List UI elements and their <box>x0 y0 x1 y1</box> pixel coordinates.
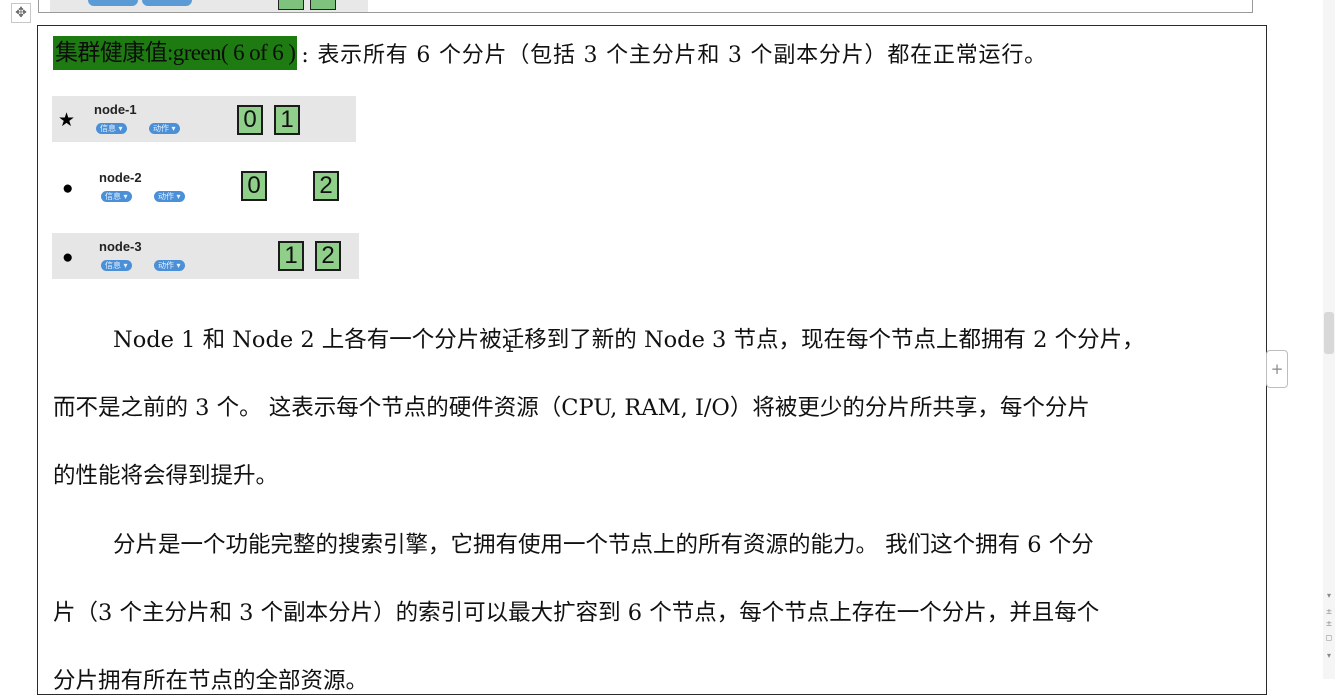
cluster-health-line: 集群健康值:green( 6 of 6 ) : 表示所有 6 个分片（包括 3 … <box>53 36 1047 70</box>
node-name: node-2 <box>99 170 142 185</box>
info-dropdown-button[interactable]: 信息 ▾ <box>101 260 132 271</box>
page-down-icon[interactable]: ± <box>1323 619 1335 629</box>
add-icon[interactable]: + <box>1266 350 1288 388</box>
node-row-1: ★ node-1 信息 ▾ 动作 ▾ 0 1 <box>52 96 356 142</box>
shard-box: 2 <box>313 171 339 201</box>
star-icon: ★ <box>58 110 76 131</box>
node-row-3: ● node-3 信息 ▾ 动作 ▾ 1 2 <box>52 233 359 279</box>
shard-box: 1 <box>274 105 300 135</box>
previous-shard <box>278 0 304 10</box>
page-up-icon[interactable]: ± <box>1323 607 1335 617</box>
cluster-health-description: : 表示所有 6 个分片（包括 3 个主分片和 3 个副本分片）都在正常运行。 <box>301 43 1047 68</box>
text-cursor-icon: I <box>505 337 515 356</box>
shard-box: 0 <box>241 171 267 201</box>
paragraph-line: 片（3 个主分片和 3 个副本分片）的索引可以最大扩容到 6 个节点，每个节点上… <box>53 600 1100 626</box>
info-dropdown-button[interactable]: 信息 ▾ <box>101 191 132 202</box>
previous-pill <box>142 0 192 6</box>
paragraph-line: Node 1 和 Node 2 上各有一个分片被迁移到了新的 Node 3 节点… <box>113 327 1145 353</box>
move-handle-icon[interactable]: ✥ <box>11 3 31 23</box>
vertical-scrollbar[interactable]: ▾ ± ± ◻ ▾ <box>1323 0 1335 679</box>
circle-icon: ● <box>62 178 74 199</box>
document-page: 集群健康值:green( 6 of 6 ) : 表示所有 6 个分片（包括 3 … <box>37 25 1267 695</box>
action-dropdown-button[interactable]: 动作 ▾ <box>154 260 185 271</box>
shard-box: 2 <box>315 241 341 271</box>
paragraph-line: 而不是之前的 3 个。 这表示每个节点的硬件资源（CPU, RAM, I/O）将… <box>53 395 1090 421</box>
circle-icon: ● <box>62 247 74 268</box>
previous-pill <box>88 0 138 6</box>
shard-box: 1 <box>278 241 304 271</box>
previous-shard <box>310 0 336 10</box>
paragraph-line: 分片是一个功能完整的搜索引擎，它拥有使用一个节点上的所有资源的能力。 我们这个拥… <box>113 532 1094 558</box>
scrollbar-thumb[interactable] <box>1324 312 1334 354</box>
node-row-2: ● node-2 信息 ▾ 动作 ▾ 0 2 <box>52 164 356 210</box>
shard-box: 0 <box>237 105 263 135</box>
info-dropdown-button[interactable]: 信息 ▾ <box>96 123 127 134</box>
cluster-health-highlight: 集群健康值:green( 6 of 6 ) <box>53 36 298 70</box>
action-dropdown-button[interactable]: 动作 ▾ <box>149 123 180 134</box>
scroll-down-icon[interactable]: ▾ <box>1323 591 1335 601</box>
select-browse-icon[interactable]: ◻ <box>1323 633 1335 643</box>
node-name: node-3 <box>99 239 142 254</box>
node-name: node-1 <box>94 102 137 117</box>
paragraph-line: 的性能将会得到提升。 <box>53 463 279 489</box>
action-dropdown-button[interactable]: 动作 ▾ <box>154 191 185 202</box>
previous-image-fragment <box>50 0 368 12</box>
paragraph-line: 分片拥有所在节点的全部资源。 <box>53 668 369 694</box>
scroll-next-icon[interactable]: ▾ <box>1323 651 1335 661</box>
